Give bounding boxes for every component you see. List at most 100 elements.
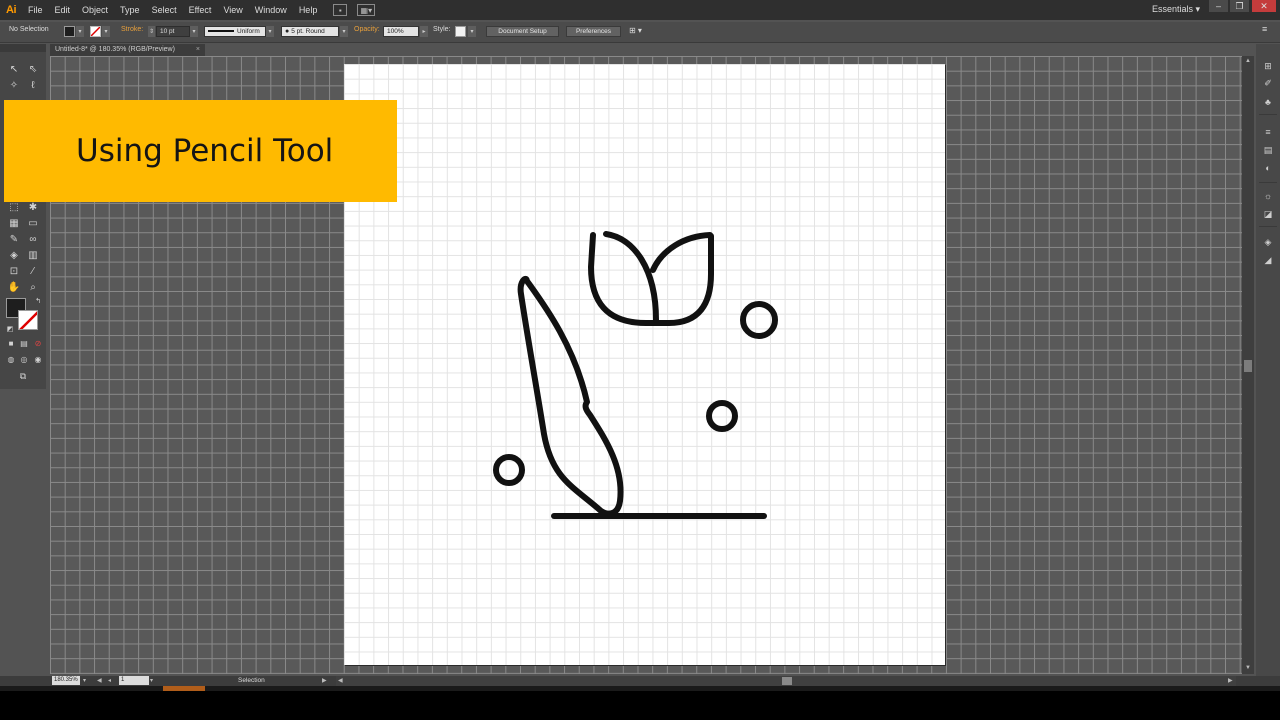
style-swatch[interactable] <box>455 26 466 37</box>
direct-selection-tool-icon[interactable]: ⇖ <box>25 62 41 76</box>
transparency-panel-icon[interactable]: ◐ <box>1261 162 1275 174</box>
free-transform-tool-icon[interactable]: ⬚ <box>6 200 22 214</box>
artboard[interactable] <box>344 64 945 665</box>
opacity-label[interactable]: Opacity: <box>354 26 380 33</box>
artboard-dropdown-icon[interactable]: ▾ <box>150 677 153 684</box>
menu-effect[interactable]: Effect <box>183 5 218 15</box>
scroll-right-icon[interactable]: ▶ <box>1228 677 1233 684</box>
preferences-button[interactable]: Preferences <box>566 26 621 37</box>
screen-mode-icon[interactable]: ⧉ <box>15 369 31 383</box>
horizontal-scrollbar[interactable]: ◀ ▶ <box>336 676 1236 686</box>
artboard-number-field[interactable]: 1 <box>119 676 149 685</box>
slice-tool-icon[interactable]: ⁄ <box>25 264 41 278</box>
panel-menu-icon[interactable]: ≡ <box>1262 24 1267 34</box>
brushes-panel-icon[interactable]: ✐ <box>1261 77 1275 89</box>
brush-definition[interactable]: ● 5 pt. Round <box>281 26 339 37</box>
brush-dropdown-icon[interactable]: ▾ <box>340 26 348 37</box>
zoom-field[interactable]: 180.35% <box>52 676 80 685</box>
menu-select[interactable]: Select <box>146 5 183 15</box>
stroke-weight-stepper[interactable]: ⇕ <box>148 26 155 37</box>
title-banner: Using Pencil Tool <box>4 100 397 202</box>
panel-dock: ⊞ ✐ ♣ ≡ ▤ ◐ ☼ ◪ ◈ ◢ <box>1256 44 1280 676</box>
pencil-drawing <box>493 231 778 519</box>
graphic-styles-panel-icon[interactable]: ◪ <box>1261 208 1275 220</box>
bridge-icon[interactable]: ▪ <box>333 4 348 16</box>
restore-icon[interactable]: ❐ <box>1230 0 1249 12</box>
opacity-field[interactable]: 100% <box>383 26 419 37</box>
close-icon[interactable]: ✕ <box>1252 0 1276 12</box>
arrange-icon[interactable]: ⊞ ▾ <box>629 26 642 35</box>
symbol-sprayer-tool-icon[interactable]: ✱ <box>25 200 41 214</box>
vertical-scrollbar[interactable]: ▲ ▼ <box>1242 56 1254 674</box>
artboard-tool-icon[interactable]: ⊡ <box>6 264 22 278</box>
swap-colors-icon[interactable]: ↰ <box>30 294 46 308</box>
selection-status: No Selection <box>9 26 49 33</box>
minimize-icon[interactable]: – <box>1209 0 1228 12</box>
default-colors-icon[interactable]: ◩ <box>2 322 18 336</box>
tab-close-icon[interactable]: × <box>196 44 200 56</box>
dock-separator <box>1259 182 1277 183</box>
artboards-panel-icon[interactable]: ◢ <box>1261 254 1275 266</box>
menu-object[interactable]: Object <box>76 5 114 15</box>
dot-circle <box>493 454 525 486</box>
arrange-documents-icon[interactable]: ▦▾ <box>357 4 376 16</box>
status-menu-icon[interactable]: ▶ <box>322 677 327 684</box>
style-dropdown-icon[interactable]: ▾ <box>468 26 476 37</box>
previous-artboard-icon[interactable]: ◀ <box>97 677 102 684</box>
stroke-swatch[interactable] <box>90 26 101 37</box>
status-bar: 180.35% ▾ ◀ ◂ 1 ▾ Selection ▶ ◀ ▶ <box>0 676 1280 686</box>
symbols-panel-icon[interactable]: ♣ <box>1261 96 1275 108</box>
fill-dropdown-icon[interactable]: ▾ <box>76 26 84 37</box>
eyedropper-tool-icon[interactable]: ✎ <box>6 232 22 246</box>
stroke-weight-field[interactable]: 10 pt <box>156 26 190 37</box>
fill-swatch[interactable] <box>64 26 75 37</box>
blend-tool-icon[interactable]: ∞ <box>25 232 41 246</box>
scroll-down-icon[interactable]: ▼ <box>1245 665 1251 671</box>
menu-edit[interactable]: Edit <box>49 5 77 15</box>
graph-tool-icon[interactable]: ▥ <box>25 248 41 262</box>
lasso-tool-icon[interactable]: ℓ <box>25 78 41 92</box>
first-artboard-icon[interactable]: ◂ <box>108 677 111 684</box>
current-tool-status: Selection <box>238 677 265 684</box>
document-tab[interactable]: Untitled-8* @ 180.35% (RGB/Preview) × <box>50 44 205 56</box>
stroke-color-box[interactable] <box>18 310 38 330</box>
variable-width-profile[interactable]: Uniform <box>204 26 266 37</box>
profile-dropdown-icon[interactable]: ▾ <box>266 26 274 37</box>
panel-grip[interactable] <box>0 44 46 52</box>
stroke-label[interactable]: Stroke: <box>121 26 143 33</box>
horizontal-scroll-thumb[interactable] <box>782 677 792 685</box>
none-mode-icon[interactable]: ⊘ <box>30 336 46 350</box>
vertical-scroll-thumb[interactable] <box>1244 360 1252 372</box>
mesh-tool-icon[interactable]: ▦ <box>6 216 22 230</box>
document-setup-button[interactable]: Document Setup <box>486 26 559 37</box>
libraries-panel-icon[interactable]: ⊞ <box>1261 60 1275 72</box>
stroke-dropdown-icon[interactable]: ▾ <box>102 26 110 37</box>
menu-help[interactable]: Help <box>293 5 324 15</box>
layers-panel-icon[interactable]: ◈ <box>1261 236 1275 248</box>
magic-wand-tool-icon[interactable]: ✧ <box>6 78 22 92</box>
zoom-tool-icon[interactable]: ⌕ <box>25 280 41 294</box>
live-paint-tool-icon[interactable]: ◈ <box>6 248 22 262</box>
hand-tool-icon[interactable]: ✋ <box>6 280 22 294</box>
opacity-dropdown-icon[interactable]: ▸ <box>420 26 428 37</box>
menu-type[interactable]: Type <box>114 5 146 15</box>
stroke-weight-dropdown-icon[interactable]: ▾ <box>190 26 198 37</box>
zoom-dropdown-icon[interactable]: ▾ <box>83 677 86 684</box>
dot-circle <box>706 400 738 432</box>
dock-separator <box>1259 114 1277 115</box>
scroll-left-icon[interactable]: ◀ <box>338 677 343 684</box>
menu-file[interactable]: File <box>22 5 49 15</box>
menu-window[interactable]: Window <box>249 5 293 15</box>
flower-left-petal-path <box>603 231 659 323</box>
stroke-panel-icon[interactable]: ≡ <box>1261 126 1275 138</box>
draw-inside-icon[interactable]: ◉ <box>30 352 46 366</box>
banner-title: Using Pencil Tool <box>76 133 334 169</box>
scroll-up-icon[interactable]: ▲ <box>1245 58 1251 64</box>
gradient-panel-icon[interactable]: ▤ <box>1261 144 1275 156</box>
selection-tool-icon[interactable]: ↖ <box>6 62 22 76</box>
gradient-tool-icon[interactable]: ▭ <box>25 216 41 230</box>
dot-circle <box>740 301 778 339</box>
menu-view[interactable]: View <box>217 5 248 15</box>
workspace-switcher[interactable]: Essentials ▾ <box>1152 4 1200 15</box>
appearance-panel-icon[interactable]: ☼ <box>1261 190 1275 202</box>
